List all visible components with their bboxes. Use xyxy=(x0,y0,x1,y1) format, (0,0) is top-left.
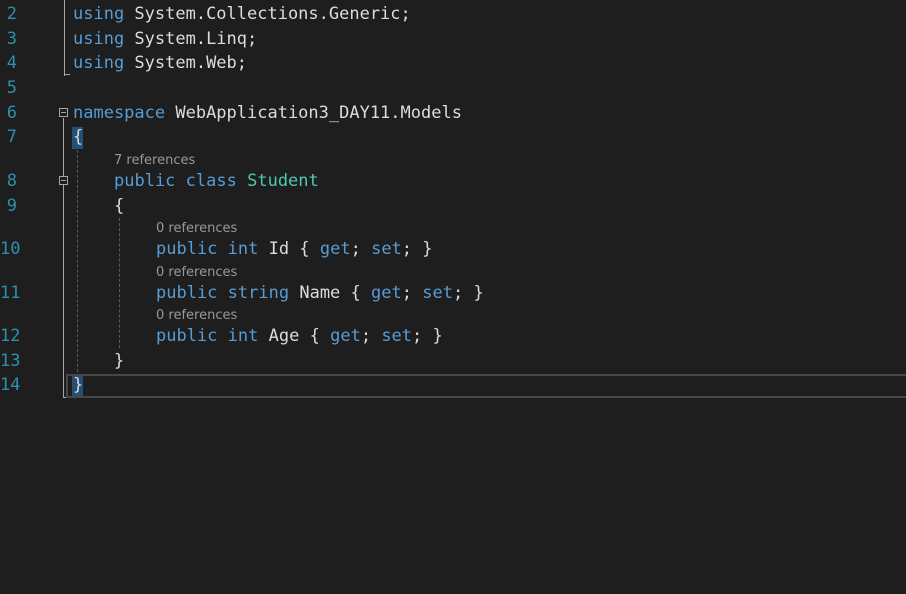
keyword-set: set xyxy=(381,326,413,346)
using-target: System.Web; xyxy=(124,53,248,73)
class-name: Student xyxy=(247,171,319,191)
current-line-indicator xyxy=(66,374,906,398)
line-number-10: 10 xyxy=(0,239,21,259)
keyword-namespace: namespace xyxy=(73,103,166,123)
namespace-open-brace: { xyxy=(73,127,84,147)
code-line-10[interactable]: public int Id { get; set; } xyxy=(156,237,433,261)
code-line-2[interactable]: using System.Collections.Generic; xyxy=(73,2,411,26)
using-target: System.Collections.Generic; xyxy=(124,4,411,24)
line-number-12: 12 xyxy=(0,326,21,346)
accessor-open-brace: { xyxy=(299,239,310,259)
line-number-6: 6 xyxy=(6,103,17,123)
indent-guide-class xyxy=(119,218,120,348)
accessor-open-brace: { xyxy=(309,326,320,346)
code-line-14[interactable]: } xyxy=(73,373,83,397)
keyword-public: public xyxy=(156,239,218,259)
line-number-3: 3 xyxy=(6,29,17,49)
code-line-6[interactable]: namespace WebApplication3_DAY11.Models xyxy=(73,101,462,125)
line-number-13: 13 xyxy=(0,351,21,371)
code-line-3[interactable]: using System.Linq; xyxy=(73,27,257,51)
keyword-public: public xyxy=(156,283,218,303)
keyword-int: int xyxy=(227,326,259,346)
keyword-set: set xyxy=(371,239,402,259)
codelens-name-references[interactable]: 0 references xyxy=(156,265,237,281)
using-block-fold-line xyxy=(64,0,65,76)
keyword-string: string xyxy=(227,283,290,303)
namespace-fold-line xyxy=(63,118,64,398)
keyword-get: get xyxy=(371,283,402,303)
codelens-class-references[interactable]: 7 references xyxy=(114,153,195,169)
keyword-int: int xyxy=(227,239,259,259)
code-line-12[interactable]: public int Age { get; set; } xyxy=(156,324,443,348)
code-line-11[interactable]: public string Name { get; set; } xyxy=(156,281,484,305)
namespace-collapse-icon[interactable] xyxy=(59,108,68,117)
using-block-fold-end xyxy=(64,74,70,75)
line-number-4: 4 xyxy=(6,53,17,73)
code-editor[interactable]: 2 3 4 5 6 7 8 9 10 11 12 13 14 using Sys… xyxy=(0,0,906,594)
accessor-open-brace: { xyxy=(350,283,361,303)
property-name: Name xyxy=(299,283,341,303)
keyword-public: public xyxy=(156,326,218,346)
accessor-close-brace: } xyxy=(422,239,433,259)
line-number-9: 9 xyxy=(6,196,17,216)
class-collapse-icon[interactable] xyxy=(59,176,68,185)
keyword-get: get xyxy=(319,239,351,259)
line-number-7: 7 xyxy=(6,127,17,147)
property-name: Age xyxy=(268,326,300,346)
class-close-brace: } xyxy=(114,351,125,371)
keyword-using: using xyxy=(73,29,125,49)
line-number-11: 11 xyxy=(0,283,21,303)
codelens-id-references[interactable]: 0 references xyxy=(156,221,237,237)
accessor-close-brace: } xyxy=(473,283,484,303)
code-line-7[interactable]: { xyxy=(73,125,83,149)
using-target: System.Linq; xyxy=(124,29,258,49)
namespace-close-brace: } xyxy=(73,375,84,395)
code-line-13[interactable]: } xyxy=(114,349,124,373)
keyword-get: get xyxy=(330,326,361,346)
codelens-age-references[interactable]: 0 references xyxy=(156,308,237,324)
keyword-using: using xyxy=(73,53,125,73)
code-line-8[interactable]: public class Student xyxy=(114,169,319,193)
keyword-using: using xyxy=(73,4,125,24)
namespace-name: WebApplication3_DAY11.Models xyxy=(165,103,462,123)
property-name: Id xyxy=(268,239,290,259)
keyword-set: set xyxy=(422,283,453,303)
indent-guide-namespace xyxy=(77,150,78,372)
keyword-public: public xyxy=(114,171,176,191)
class-open-brace: { xyxy=(114,196,125,216)
code-line-4[interactable]: using System.Web; xyxy=(73,51,247,75)
line-number-5: 5 xyxy=(6,78,17,98)
accessor-close-brace: } xyxy=(432,326,443,346)
keyword-class: class xyxy=(185,171,237,191)
line-number-2: 2 xyxy=(6,4,17,24)
line-number-14: 14 xyxy=(0,375,21,395)
line-number-8: 8 xyxy=(6,171,17,191)
code-line-9[interactable]: { xyxy=(114,194,124,218)
